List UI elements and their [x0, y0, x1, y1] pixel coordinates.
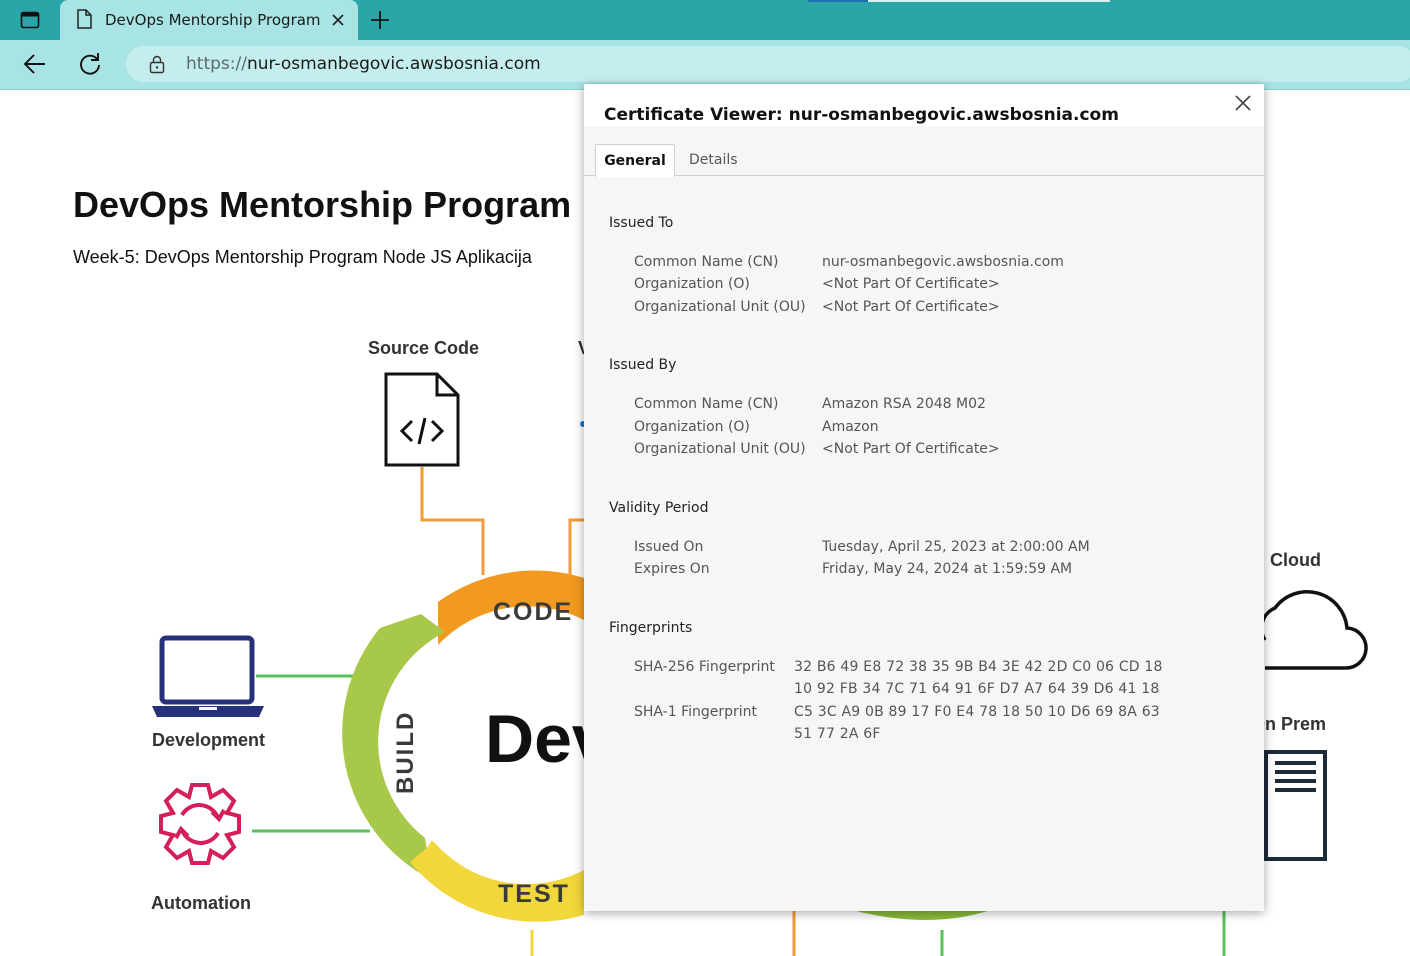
issued-by-ou-label: Organizational Unit (OU)	[634, 441, 806, 457]
test-label: TEST	[498, 880, 570, 908]
sha1-value-line2: 51 77 2A 6F	[794, 726, 881, 742]
dialog-body	[584, 126, 1264, 911]
issued-to-ou-value: <Not Part Of Certificate>	[822, 299, 1000, 315]
tab-divider	[584, 175, 1264, 176]
expires-on-value: Friday, May 24, 2024 at 1:59:59 AM	[822, 561, 1073, 577]
sha1-value-line1: C5 3C A9 0B 89 17 F0 E4 78 18 50 10 D6 6…	[794, 704, 1160, 720]
lock-icon[interactable]	[149, 55, 165, 74]
sha1-label: SHA-1 Fingerprint	[634, 704, 758, 720]
url-host: nur-osmanbegovic.awsbosnia.com	[246, 54, 541, 74]
url-text[interactable]: https://nur-osmanbegovic.awsbosnia.com	[186, 54, 541, 74]
fingerprints-heading: Fingerprints	[609, 620, 693, 636]
tab-bar: DevOps Mentorship Program	[0, 0, 1410, 40]
validity-heading: Validity Period	[609, 500, 709, 516]
laptop-icon	[152, 635, 264, 717]
tab-general[interactable]: General	[595, 144, 675, 177]
issued-on-label: Issued On	[634, 539, 704, 555]
url-scheme: https://	[186, 54, 247, 74]
tab-title: DevOps Mentorship Program	[105, 11, 321, 29]
tab-details[interactable]: Details	[689, 144, 738, 176]
issued-to-cn-value: nur-osmanbegovic.awsbosnia.com	[822, 254, 1064, 270]
window-menu-icon	[20, 11, 40, 29]
build-label: BUILD	[392, 710, 419, 794]
issued-to-o-label: Organization (O)	[634, 276, 750, 292]
sha256-value-line2: 10 92 FB 34 7C 71 64 91 6F D7 A7 64 39 D…	[794, 681, 1160, 697]
refresh-icon[interactable]	[75, 50, 105, 78]
issued-by-heading: Issued By	[609, 357, 677, 373]
cloud-label: Cloud	[1270, 550, 1321, 570]
navigation-bar: https://nur-osmanbegovic.awsbosnia.com	[0, 40, 1410, 90]
sha256-label: SHA-256 Fingerprint	[634, 659, 775, 675]
development-label: Development	[152, 730, 266, 750]
address-bar[interactable]: https://nur-osmanbegovic.awsbosnia.com	[126, 46, 1410, 82]
back-arrow-icon[interactable]	[20, 50, 50, 78]
plus-icon[interactable]	[368, 9, 392, 31]
page-icon	[77, 9, 92, 29]
dialog-title: Certificate Viewer: nur-osmanbegovic.aws…	[604, 105, 1119, 125]
server-icon	[1264, 750, 1327, 861]
window-menu-button[interactable]	[14, 8, 46, 32]
issued-by-cn-value: Amazon RSA 2048 M02	[822, 396, 986, 412]
certificate-viewer-dialog: Certificate Viewer: nur-osmanbegovic.aws…	[584, 84, 1264, 911]
issued-by-o-label: Organization (O)	[634, 419, 750, 435]
close-icon[interactable]	[330, 12, 346, 28]
issued-to-heading: Issued To	[609, 215, 674, 231]
issued-by-ou-value: <Not Part Of Certificate>	[822, 441, 1000, 457]
issued-to-o-value: <Not Part Of Certificate>	[822, 276, 1000, 292]
tabstrip-accent	[868, 0, 1110, 2]
page-subtitle: Week-5: DevOps Mentorship Program Node J…	[73, 247, 532, 267]
source-code-file-icon	[384, 372, 460, 467]
page-title: DevOps Mentorship Program	[73, 184, 572, 225]
cloud-icon	[1259, 590, 1368, 670]
expires-on-label: Expires On	[634, 561, 710, 577]
automation-gear-icon	[159, 783, 241, 865]
automation-label: Automation	[151, 893, 251, 913]
source-code-label: Source Code	[368, 338, 480, 358]
close-icon[interactable]	[1235, 95, 1251, 111]
code-label: CODE	[493, 598, 574, 626]
sha256-value-line1: 32 B6 49 E8 72 38 35 9B B4 3E 42 2D C0 0…	[794, 659, 1163, 675]
connector-line	[568, 518, 584, 575]
issued-to-ou-label: Organizational Unit (OU)	[634, 299, 806, 315]
tabstrip-accent	[808, 0, 868, 2]
connector-line	[420, 467, 485, 575]
browser-tab[interactable]: DevOps Mentorship Program	[60, 0, 358, 40]
issued-by-cn-label: Common Name (CN)	[634, 396, 779, 412]
issued-on-value: Tuesday, April 25, 2023 at 2:00:00 AM	[822, 539, 1090, 555]
issued-to-cn-label: Common Name (CN)	[634, 254, 779, 270]
issued-by-o-value: Amazon	[822, 419, 879, 435]
